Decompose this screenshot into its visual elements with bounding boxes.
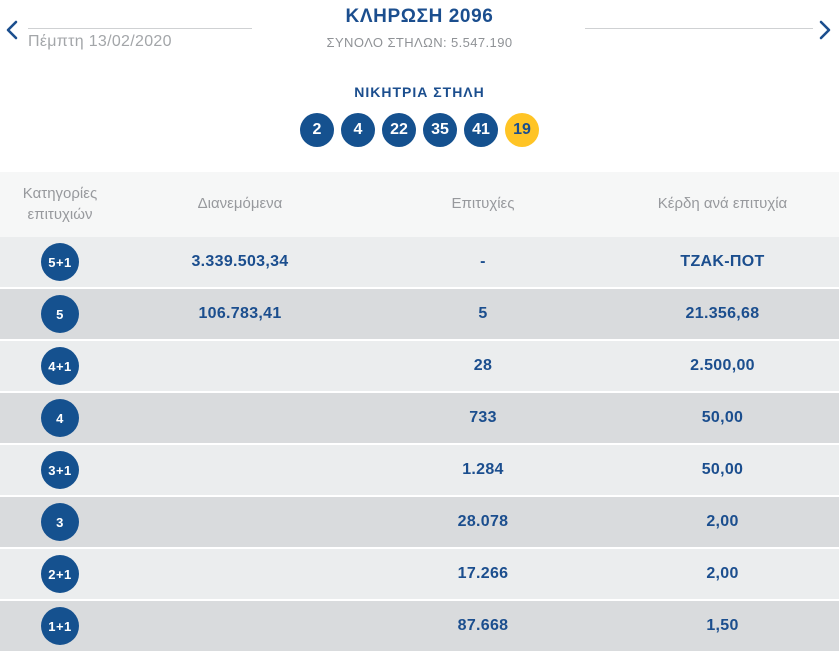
category-cell: 3 xyxy=(0,503,120,541)
category-cell: 2+1 xyxy=(0,555,120,593)
table-row: 4+1 28 2.500,00 xyxy=(0,341,839,391)
winning-number-ball: 35 xyxy=(423,113,457,147)
category-badge: 3 xyxy=(41,503,79,541)
winning-number-ball: 41 xyxy=(464,113,498,147)
table-row: 5 106.783,41 5 21.356,68 xyxy=(0,289,839,339)
winners-cell: 87.668 xyxy=(457,617,509,634)
chevron-left-icon xyxy=(6,20,18,40)
prize-cell: 2.500,00 xyxy=(690,357,755,374)
prev-draw-button[interactable] xyxy=(0,16,24,44)
category-badge: 5+1 xyxy=(41,243,79,281)
column-header-winners: Επιτυχίες xyxy=(451,195,515,213)
next-underline xyxy=(585,28,813,29)
column-header-prize: Κέρδη ανά επιτυχία xyxy=(657,195,788,213)
draw-title-block: ΚΛΗΡΩΣΗ 2096 ΣΥΝΟΛΟ ΣΤΗΛΩΝ: 5.547.190 xyxy=(220,6,619,50)
prize-table: Κατηγορίες επιτυχιών Διανεμόμενα Επιτυχί… xyxy=(0,172,839,651)
winning-number-ball: 4 xyxy=(341,113,375,147)
category-cell: 3+1 xyxy=(0,451,120,489)
table-row: 4 733 50,00 xyxy=(0,393,839,443)
prize-cell: 50,00 xyxy=(701,409,744,426)
next-draw-button[interactable] xyxy=(813,16,837,44)
winners-cell: 28.078 xyxy=(457,513,509,530)
prize-cell: ΤΖΑΚ-ΠΟΤ xyxy=(680,253,765,270)
winning-number-ball: 2 xyxy=(300,113,334,147)
date-underline xyxy=(28,28,252,29)
prize-cell: 2,00 xyxy=(706,565,739,582)
category-badge: 4+1 xyxy=(41,347,79,385)
column-header-distributed: Διανεμόμενα xyxy=(197,195,283,213)
winners-cell: 5 xyxy=(478,305,488,322)
category-cell: 4+1 xyxy=(0,347,120,385)
winning-column-section: ΝΙΚΗΤΡΙΑ ΣΤΗΛΗ 2 4 22 35 41 19 xyxy=(0,84,839,147)
prize-cell: 50,00 xyxy=(701,461,744,478)
winners-cell: 28 xyxy=(473,357,493,374)
category-badge: 1+1 xyxy=(41,607,79,645)
category-cell: 5+1 xyxy=(0,243,120,281)
category-badge: 4 xyxy=(41,399,79,437)
draw-header: Πέμπτη 13/02/2020 ΚΛΗΡΩΣΗ 2096 ΣΥΝΟΛΟ ΣΤ… xyxy=(0,0,839,60)
category-cell: 5 xyxy=(0,295,120,333)
winning-number-ball: 22 xyxy=(382,113,416,147)
winners-cell: 17.266 xyxy=(457,565,509,582)
winning-numbers: 2 4 22 35 41 19 xyxy=(0,113,839,147)
category-cell: 4 xyxy=(0,399,120,437)
draw-date[interactable]: Πέμπτη 13/02/2020 xyxy=(28,33,172,51)
table-row: 2+1 17.266 2,00 xyxy=(0,549,839,599)
total-columns-label: ΣΥΝΟΛΟ ΣΤΗΛΩΝ: 5.547.190 xyxy=(326,35,513,50)
distributed-cell: 106.783,41 xyxy=(198,305,282,322)
table-row: 3+1 1.284 50,00 xyxy=(0,445,839,495)
category-cell: 1+1 xyxy=(0,607,120,645)
table-row: 5+1 3.339.503,34 - ΤΖΑΚ-ΠΟΤ xyxy=(0,237,839,287)
winners-cell: 733 xyxy=(469,409,497,426)
joker-number-ball: 19 xyxy=(505,113,539,147)
winning-column-label: ΝΙΚΗΤΡΙΑ ΣΤΗΛΗ xyxy=(354,84,485,100)
prize-table-body: 5+1 3.339.503,34 - ΤΖΑΚ-ΠΟΤ 5 106.783,41 5 21.3… xyxy=(0,237,839,651)
draw-title: ΚΛΗΡΩΣΗ 2096 xyxy=(345,6,494,27)
distributed-cell: 3.339.503,34 xyxy=(191,253,289,270)
prize-table-header: Κατηγορίες επιτυχιών Διανεμόμενα Επιτυχί… xyxy=(0,172,839,237)
chevron-right-icon xyxy=(819,20,831,40)
category-badge: 5 xyxy=(41,295,79,333)
prize-cell: 1,50 xyxy=(706,617,739,634)
category-badge: 2+1 xyxy=(41,555,79,593)
winners-cell: - xyxy=(480,253,486,270)
category-badge: 3+1 xyxy=(41,451,79,489)
draw-results-page: Πέμπτη 13/02/2020 ΚΛΗΡΩΣΗ 2096 ΣΥΝΟΛΟ ΣΤ… xyxy=(0,0,839,651)
table-row: 1+1 87.668 1,50 xyxy=(0,601,839,651)
table-row: 3 28.078 2,00 xyxy=(0,497,839,547)
winners-cell: 1.284 xyxy=(462,461,504,478)
column-header-categories: Κατηγορίες επιτυχιών xyxy=(22,185,98,223)
prize-cell: 21.356,68 xyxy=(685,305,760,322)
prize-cell: 2,00 xyxy=(706,513,739,530)
